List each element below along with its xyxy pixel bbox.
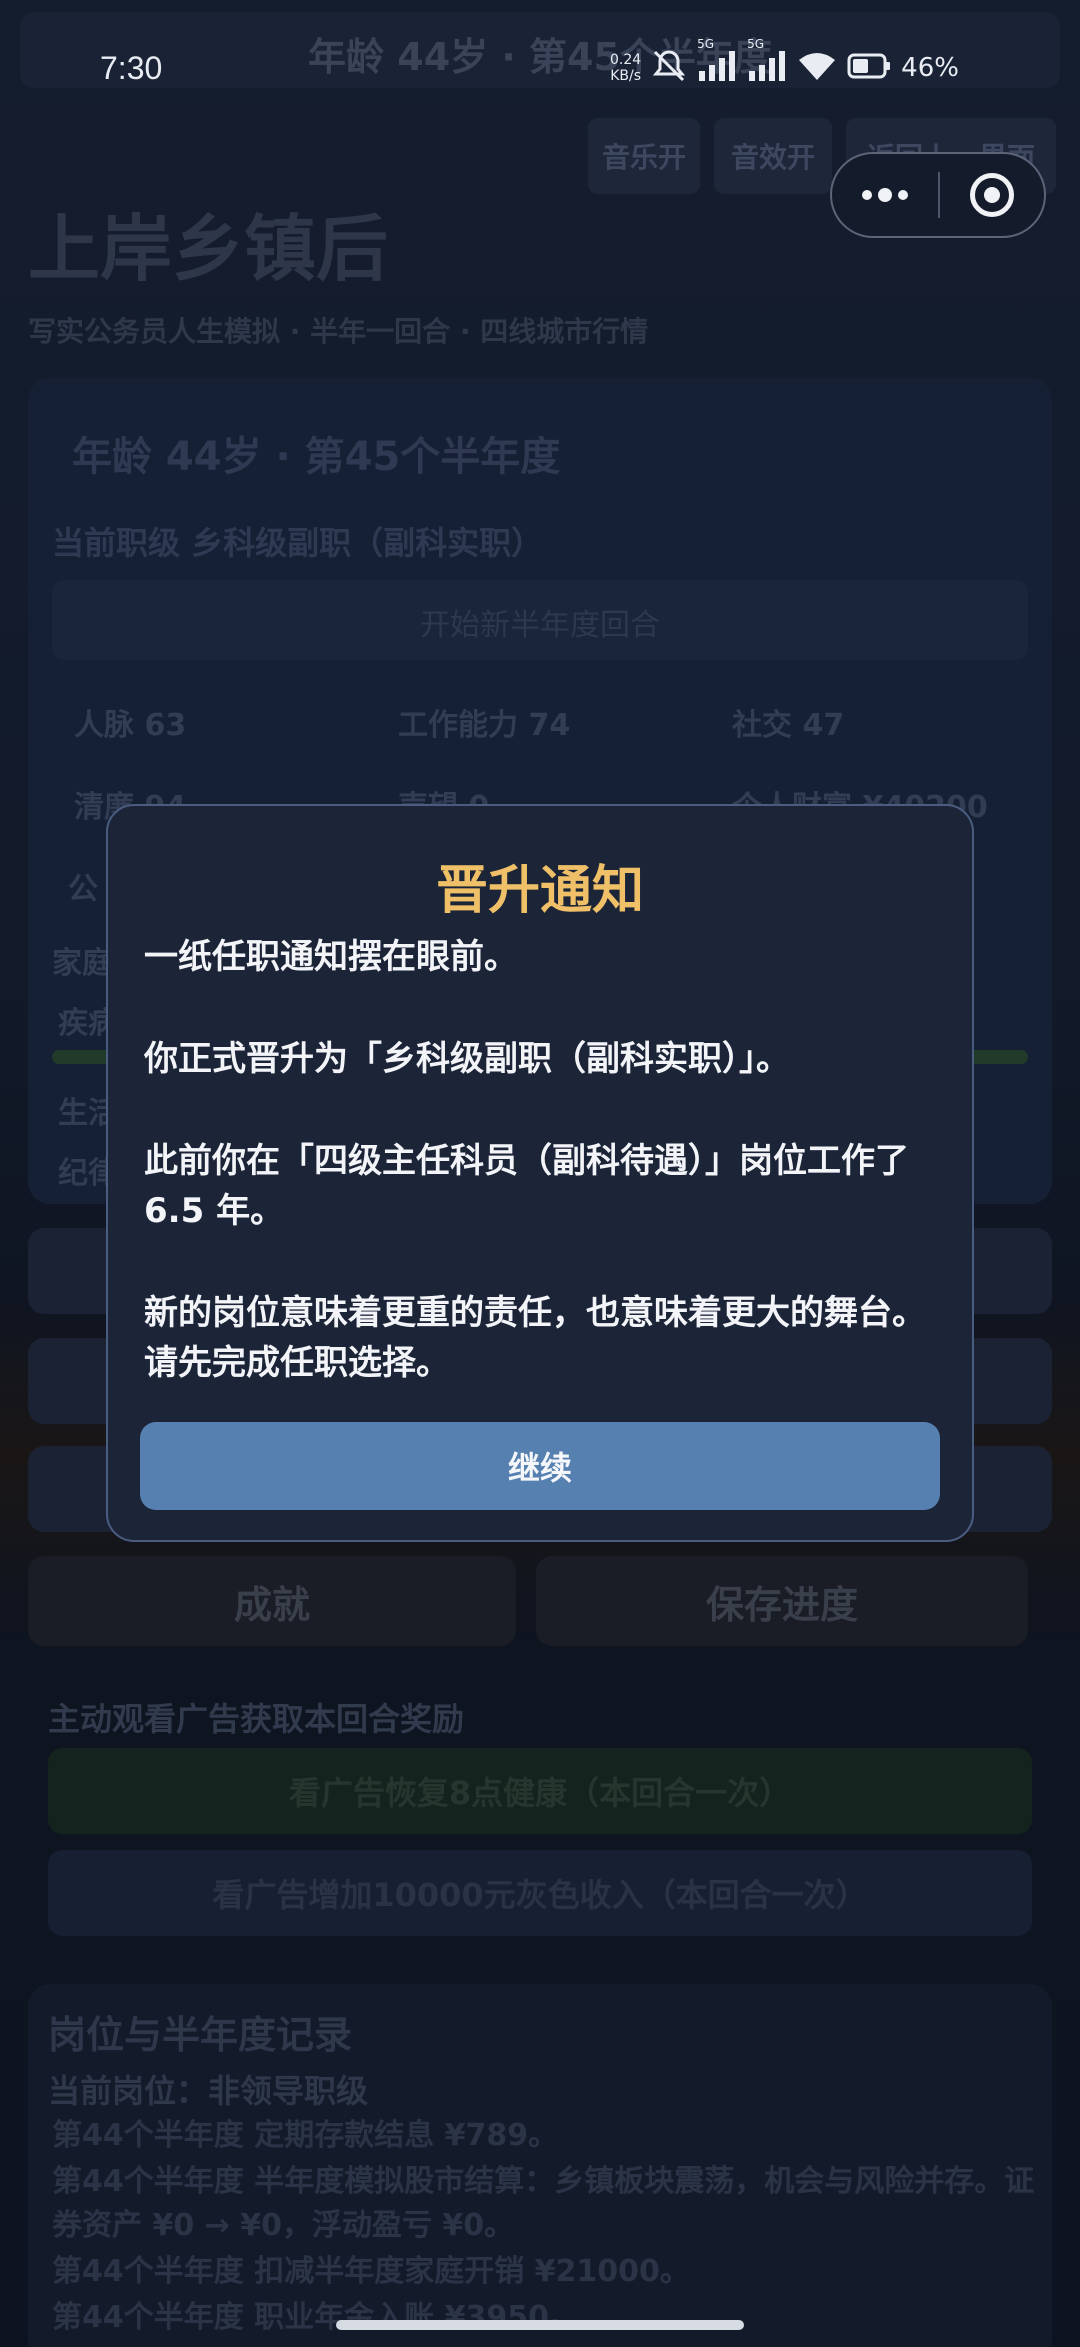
mute-icon [651,48,687,88]
new-round-label: 开始新半年度回合 [420,608,660,643]
modal-paragraph: 新的岗位意味着更重的责任，也意味着更大的舞台。请先完成任职选择。 [144,1293,926,1383]
modal-title: 晋升通知 [435,861,644,921]
wifi-icon [797,50,837,86]
row-label-family: 家庭 [52,946,112,981]
status-time: 7:30 [100,50,163,86]
stat-ability: 工作能力 74 [398,708,571,743]
music-toggle-button[interactable]: 音乐开 [588,118,700,194]
records-title: 岗位与半年度记录 [48,2013,353,2057]
records-current-post: 当前岗位：非领导职级 [48,2072,369,2110]
sfx-toggle-button[interactable]: 音效开 [714,118,832,194]
app-title: 上岸乡镇后 [28,207,389,291]
more-dots-icon [862,190,872,200]
continue-button[interactable]: 继续 [140,1422,940,1510]
record-line: 第44个半年度 职业年金入账 ¥3950。 [52,2300,580,2335]
row-label-public: 公 [68,872,98,907]
home-indicator[interactable] [336,2320,744,2330]
target-close-icon [970,173,1014,217]
save-progress-button[interactable]: 保存进度 [536,1556,1028,1646]
battery-percent: 46% [901,53,959,83]
achievements-button[interactable]: 成就 [28,1556,516,1646]
app-subtitle: 写实公务员人生模拟 · 半年一回合 · 四线城市行情 [28,315,649,348]
more-dots-icon [878,188,892,202]
signal-icon-sim1: 5G [697,37,737,87]
modal-paragraph: 一纸任职通知摆在眼前。 [144,937,518,977]
ad-section-title: 主动观看广告获取本回合奖励 [48,1700,465,1738]
more-menu-button[interactable] [832,154,938,236]
status-icons: 0.24 KB/s 5G 5G 46% [610,37,959,90]
record-line: 第44个半年度 定期存款结息 ¥789。 [52,2118,559,2153]
modal-paragraph: 你正式晋升为「乡科级副职（副科实职）」。 [144,1039,790,1079]
battery-icon [847,52,891,84]
stat-network: 人脉 63 [74,708,187,743]
ad-health-button[interactable]: 看广告恢复8点健康（本回合一次） [48,1748,1032,1834]
record-line: 第44个半年度 半年度模拟股市结算：乡镇板块震荡，机会与风险并存。证券资产 ¥0… [52,2164,1035,2243]
panel-age-line: 年龄 44岁 · 第45个半年度 [72,434,561,480]
record-line: 第44个半年度 扣减半年度家庭开销 ¥21000。 [52,2254,690,2289]
modal-paragraph: 此前你在「四级主任科员（副科待遇）」岗位工作了 6.5 年。 [144,1141,909,1231]
close-miniprogram-button[interactable] [940,154,1044,236]
modal-body: 一纸任职通知摆在眼前。 你正式晋升为「乡科级副职（副科实职）」。 此前你在「四级… [144,932,944,1388]
panel-rank-line: 当前职级 乡科级副职（副科实职） [52,524,544,562]
stat-social: 社交 47 [732,708,845,743]
ad-income-button[interactable]: 看广告增加10000元灰色收入（本回合一次） [48,1850,1032,1936]
miniprogram-capsule [830,152,1046,238]
net-speed: 0.24 KB/s [610,52,642,84]
more-dots-icon [898,190,908,200]
signal-icon-sim2: 5G [747,37,787,87]
